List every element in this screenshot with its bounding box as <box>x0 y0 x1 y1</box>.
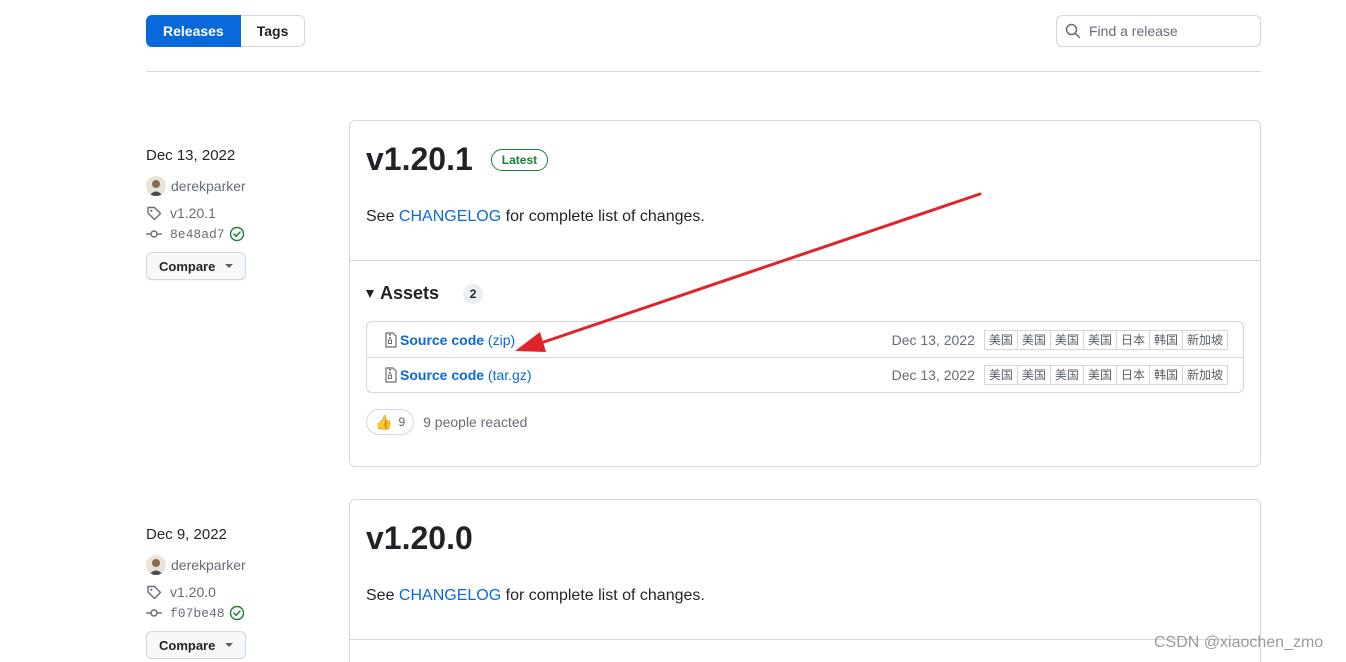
release-title[interactable]: v1.20.1 <box>366 141 473 178</box>
compare-button[interactable]: Compare <box>146 252 247 280</box>
commit-sha[interactable]: 8e48ad7 <box>170 227 225 242</box>
release-card: v1.20.0 See CHANGELOG for complete list … <box>349 499 1261 662</box>
asset-date: Dec 13, 2022 <box>891 367 975 383</box>
release-meta: Dec 9, 2022 derekparker v1.20.0 f07be48 … <box>146 526 336 659</box>
release-header: v1.20.0 See CHANGELOG for complete list … <box>350 500 1260 605</box>
mirror-link-us-2[interactable]: 美国 <box>1016 365 1051 385</box>
caret-down-icon <box>225 643 234 647</box>
asset-date: Dec 13, 2022 <box>891 331 975 348</box>
release-card: v1.20.1 Latest See CHANGELOG for complet… <box>349 120 1261 467</box>
tab-releases[interactable]: Releases <box>146 15 241 47</box>
reaction-count: 9 <box>398 415 406 429</box>
card-divider <box>350 639 1260 640</box>
assets-section: Assets 2 Source code (zip) Dec 13, 2022 … <box>350 283 1260 451</box>
commit-icon <box>146 609 162 617</box>
avatar <box>146 176 166 196</box>
desc-suffix: for complete list of changes. <box>501 587 705 604</box>
search-input[interactable] <box>1089 23 1249 39</box>
release-title[interactable]: v1.20.0 <box>366 520 473 557</box>
latest-badge: Latest <box>490 148 549 171</box>
mirror-link-kr[interactable]: 韩国 <box>1148 329 1183 350</box>
file-zip-icon <box>385 367 397 383</box>
release-meta: Dec 13, 2022 derekparker v1.20.1 8e48ad7… <box>146 147 336 280</box>
release-date: Dec 13, 2022 <box>146 147 236 164</box>
triangle-down-icon <box>366 289 374 298</box>
mirror-link-us-1[interactable]: 美国 <box>983 365 1018 385</box>
mirror-links: 美国 美国 美国 美国 日本 韩国 新加坡 <box>983 329 1228 350</box>
tag-name[interactable]: v1.20.0 <box>170 584 216 600</box>
asset-ext: (zip) <box>487 331 516 348</box>
thumbs-up-icon: 👍 <box>375 413 393 430</box>
reaction-summary: 9 people reacted <box>423 414 528 430</box>
find-release-search[interactable] <box>1056 15 1261 47</box>
header-divider <box>146 71 1261 72</box>
mirror-link-us-4[interactable]: 美国 <box>1082 329 1117 350</box>
avatar <box>146 555 166 575</box>
file-zip-icon <box>385 331 397 348</box>
tag-icon <box>147 206 162 221</box>
mirror-link-sg[interactable]: 新加坡 <box>1181 365 1228 385</box>
mirror-links: 美国 美国 美国 美国 日本 韩国 新加坡 <box>983 365 1228 385</box>
assets-toggle[interactable]: Assets 2 <box>366 283 1244 304</box>
compare-label: Compare <box>159 637 216 653</box>
mirror-link-us-4[interactable]: 美国 <box>1082 365 1117 385</box>
release-commit[interactable]: f07be48 <box>146 605 336 621</box>
asset-row: Source code (tar.gz) Dec 13, 2022 美国 美国 美国… <box>367 357 1243 392</box>
mirror-link-us-1[interactable]: 美国 <box>983 329 1018 350</box>
author-name[interactable]: derekparker <box>171 557 246 573</box>
release-description: See CHANGELOG for complete list of chang… <box>366 208 1244 226</box>
mirror-link-us-3[interactable]: 美国 <box>1049 365 1084 385</box>
desc-suffix: for complete list of changes. <box>501 208 705 225</box>
desc-prefix: See <box>366 587 399 604</box>
asset-ext: (tar.gz) <box>487 367 532 383</box>
compare-label: Compare <box>159 258 216 274</box>
asset-row: Source code (zip) Dec 13, 2022 美国 美国 美国 美国日… <box>367 322 1243 357</box>
tag-name[interactable]: v1.20.1 <box>170 205 216 221</box>
asset-list: Source code (zip) Dec 13, 2022 美国 美国 美国 美国日… <box>366 321 1244 393</box>
card-divider <box>350 260 1260 261</box>
asset-link-zip[interactable]: Source code (zip) <box>400 332 515 348</box>
asset-name: Source code <box>400 367 485 383</box>
author-name[interactable]: derekparker <box>171 178 246 194</box>
verified-check-icon <box>229 226 244 242</box>
release-tag[interactable]: v1.20.0 <box>146 584 336 600</box>
asset-name: Source code <box>400 331 485 348</box>
thumbs-up-reaction-button[interactable]: 👍 9 <box>366 409 415 435</box>
release-tag[interactable]: v1.20.1 <box>146 205 336 221</box>
compare-button[interactable]: Compare <box>146 631 247 659</box>
mirror-link-sg[interactable]: 新加坡 <box>1181 329 1228 350</box>
release-author[interactable]: derekparker <box>146 176 336 196</box>
mirror-link-jp[interactable]: 日本 <box>1115 365 1150 385</box>
asset-link-targz[interactable]: Source code (tar.gz) <box>400 367 532 383</box>
mirror-link-jp[interactable]: 日本 <box>1115 329 1150 350</box>
mirror-link-kr[interactable]: 韩国 <box>1148 365 1183 385</box>
release-description: See CHANGELOG for complete list of chang… <box>366 587 1244 605</box>
reactions: 👍 9 9 people reacted <box>366 409 1244 451</box>
tab-tags[interactable]: Tags <box>240 15 306 47</box>
commit-icon <box>146 230 162 238</box>
search-icon <box>1065 23 1081 39</box>
desc-prefix: See <box>366 208 399 225</box>
assets-label: Assets <box>380 283 440 303</box>
release-header: v1.20.1 Latest See CHANGELOG for complet… <box>350 121 1260 226</box>
verified-check-icon <box>229 605 244 621</box>
changelog-link[interactable]: CHANGELOG <box>399 587 501 604</box>
assets-count-badge: 2 <box>463 283 484 304</box>
release-author[interactable]: derekparker <box>146 555 336 575</box>
release-commit[interactable]: 8e48ad7 <box>146 226 336 242</box>
tag-icon <box>147 585 162 600</box>
mirror-link-us-2[interactable]: 美国 <box>1016 329 1051 350</box>
changelog-link[interactable]: CHANGELOG <box>399 208 501 225</box>
caret-down-icon <box>225 264 234 268</box>
releases-tags-nav: Releases Tags <box>146 15 306 47</box>
mirror-link-us-3[interactable]: 美国 <box>1049 329 1084 350</box>
release-date: Dec 9, 2022 <box>146 526 227 543</box>
commit-sha[interactable]: f07be48 <box>170 606 225 621</box>
watermark: CSDN @xiaochen_zmo <box>1154 634 1324 651</box>
